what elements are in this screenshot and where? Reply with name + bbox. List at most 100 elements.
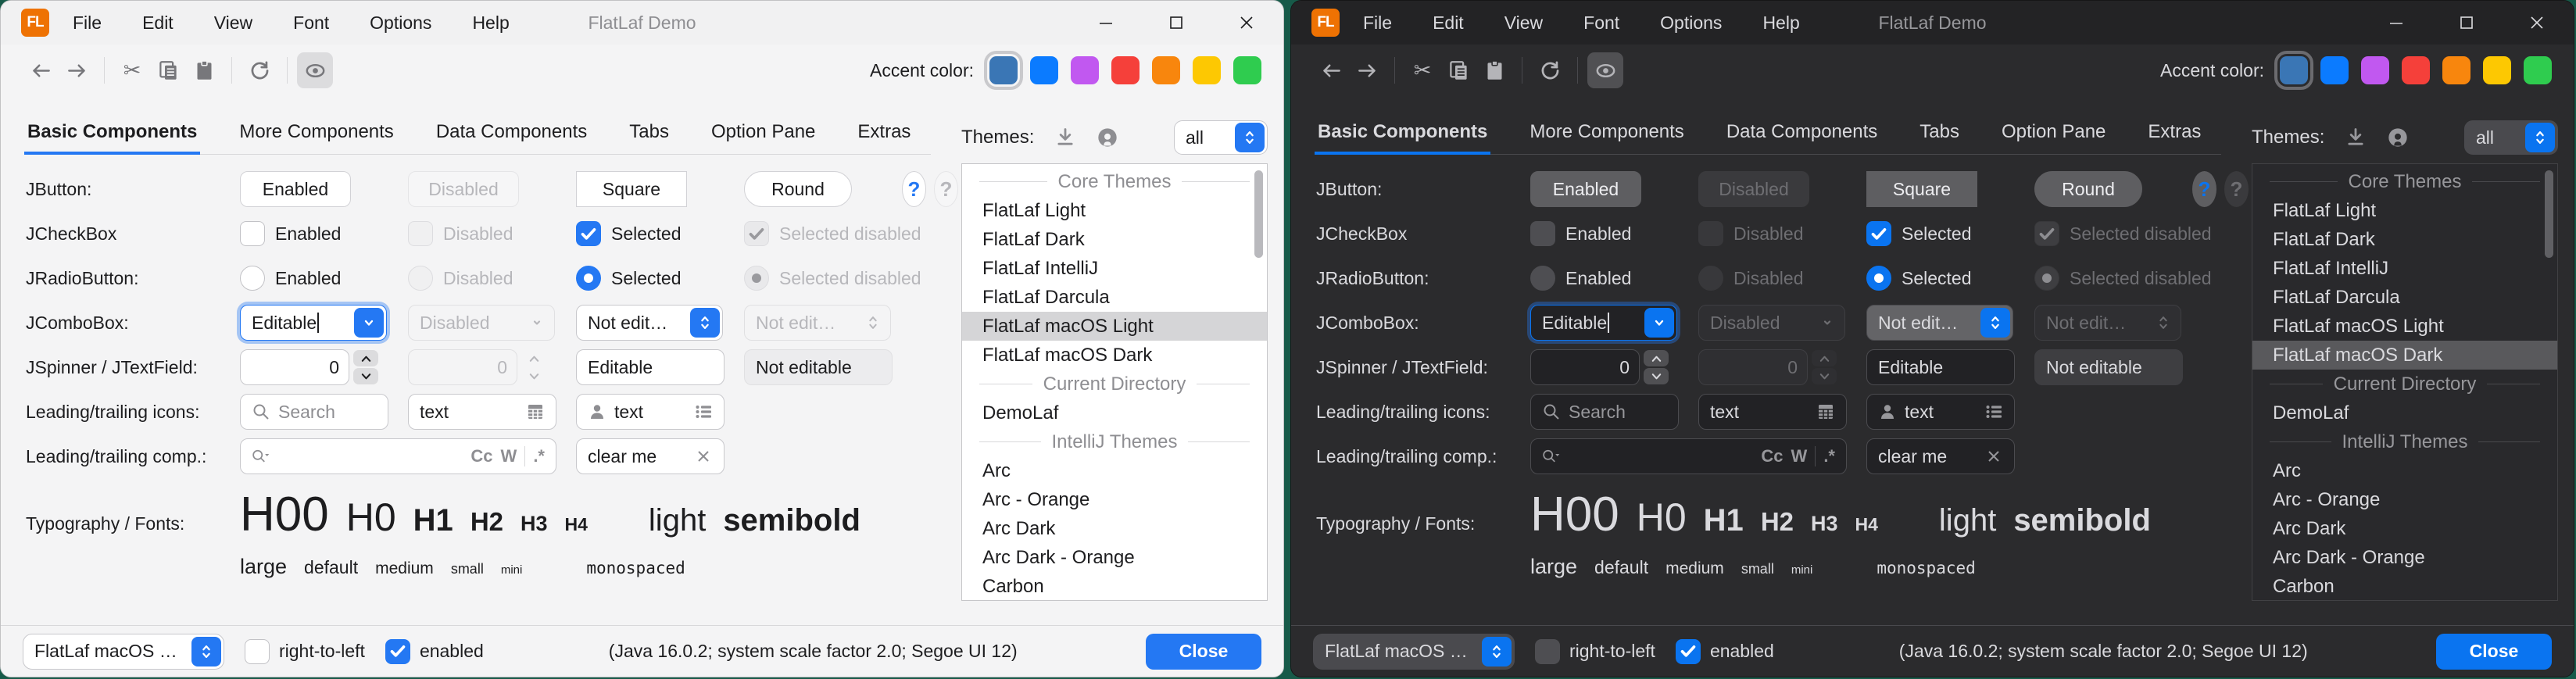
download-icon[interactable] [1054, 127, 1076, 148]
search-comp-field[interactable]: Cc W .* [1530, 438, 1847, 474]
enabled-checkbox[interactable]: enabled [385, 639, 484, 664]
theme-item[interactable]: Arc [962, 456, 1267, 485]
match-case-button[interactable]: Cc [1761, 446, 1783, 466]
theme-item[interactable]: FlatLaf Dark [2252, 225, 2557, 254]
theme-item[interactable]: FlatLaf IntelliJ [962, 254, 1267, 283]
enabled-button[interactable]: Enabled [240, 171, 351, 207]
menu-item-font[interactable]: Font [293, 13, 329, 34]
chevron-down-icon[interactable] [1644, 308, 1674, 338]
accent-swatch[interactable] [1152, 56, 1180, 84]
tab-tabs[interactable]: Tabs [1916, 113, 1962, 154]
regex-button[interactable]: .* [1823, 446, 1835, 466]
help-button[interactable]: ? [2192, 171, 2216, 207]
search-comp-field[interactable]: Cc W .* [240, 438, 556, 474]
accent-swatch[interactable] [2280, 56, 2308, 84]
combobox-editable[interactable]: Editable [240, 305, 387, 341]
scrollbar-thumb[interactable] [2545, 170, 2553, 258]
tab-more-components[interactable]: More Components [1526, 113, 1687, 154]
tab-basic-components[interactable]: Basic Components [1315, 113, 1490, 154]
close-window-button[interactable] [2527, 13, 2547, 33]
checkbox-enabled[interactable]: Enabled [1530, 221, 1679, 246]
menu-item-file[interactable]: File [73, 13, 102, 34]
chevron-up-down-icon[interactable] [1482, 637, 1512, 666]
theme-item[interactable]: Arc Dark - Orange [2252, 543, 2557, 572]
back-button[interactable] [23, 52, 59, 88]
clear-me-field[interactable]: clear me [1866, 438, 2015, 474]
spinner[interactable]: 0 [1530, 349, 1669, 385]
theme-item[interactable]: FlatLaf IntelliJ [2252, 254, 2557, 283]
enabled-checkbox[interactable]: enabled [1676, 639, 1774, 664]
theme-item[interactable]: DemoLaf [962, 398, 1267, 427]
tab-extras[interactable]: Extras [2145, 113, 2204, 154]
spinner-down-icon[interactable] [1644, 368, 1669, 384]
theme-item[interactable]: FlatLaf macOS Dark [962, 341, 1267, 370]
tab-option-pane[interactable]: Option Pane [1998, 113, 2109, 154]
spinner-up-icon[interactable] [353, 350, 378, 366]
search-with-menu-icon[interactable] [252, 447, 270, 466]
copy-button[interactable] [1440, 52, 1476, 88]
themes-filter-combo[interactable]: all [1174, 120, 1268, 155]
spinner-up-icon[interactable] [1644, 350, 1669, 366]
spinner-down-icon[interactable] [353, 368, 378, 384]
theme-item[interactable]: Carbon [962, 572, 1267, 601]
radio-selected[interactable]: Selected [576, 266, 724, 291]
menu-item-edit[interactable]: Edit [1433, 13, 1464, 34]
right-to-left-checkbox[interactable]: right-to-left [1535, 639, 1655, 664]
menu-item-options[interactable]: Options [370, 13, 431, 34]
themes-filter-combo[interactable]: all [2464, 120, 2558, 155]
menu-item-edit[interactable]: Edit [142, 13, 174, 34]
menu-item-help[interactable]: Help [1762, 13, 1799, 34]
accent-swatch[interactable] [1193, 56, 1221, 84]
accent-swatch[interactable] [2524, 56, 2552, 84]
themes-list[interactable]: Core ThemesFlatLaf LightFlatLaf DarkFlat… [2252, 163, 2558, 601]
text-field-user-list[interactable]: text [576, 394, 724, 430]
close-button[interactable]: Close [1146, 634, 1261, 670]
accent-swatch[interactable] [1111, 56, 1140, 84]
combobox-editable[interactable]: Editable [1530, 305, 1677, 341]
text-field-calendar[interactable]: text [408, 394, 556, 430]
checkbox-selected[interactable]: Selected [1866, 221, 2015, 246]
combobox-not-editable[interactable]: Not editable [576, 305, 723, 341]
close-window-button[interactable] [1236, 13, 1257, 33]
theme-item[interactable]: FlatLaf Light [2252, 196, 2557, 225]
round-button[interactable]: Round [2034, 171, 2142, 207]
menu-item-font[interactable]: Font [1583, 13, 1619, 34]
laf-combo[interactable]: FlatLaf macOS Li... [23, 634, 224, 670]
whole-word-button[interactable]: W [1791, 446, 1808, 466]
textfield-editable[interactable]: Editable [1866, 349, 2015, 385]
theme-item[interactable]: Arc Dark [2252, 514, 2557, 543]
paste-button[interactable] [186, 52, 222, 88]
match-case-button[interactable]: Cc [470, 446, 492, 466]
theme-item[interactable]: Arc - Orange [962, 485, 1267, 514]
clear-icon[interactable] [1984, 447, 2003, 466]
theme-item[interactable]: Arc Dark [962, 514, 1267, 543]
refresh-button[interactable] [242, 52, 277, 88]
accent-swatch[interactable] [2483, 56, 2511, 84]
accent-swatch[interactable] [1071, 56, 1099, 84]
menu-item-help[interactable]: Help [472, 13, 509, 34]
cut-button[interactable]: ✂ [114, 52, 150, 88]
theme-item[interactable]: Arc Dark - Orange [962, 543, 1267, 572]
theme-item[interactable]: FlatLaf Darcula [2252, 283, 2557, 312]
search-field[interactable]: Search [1530, 394, 1679, 430]
close-button[interactable]: Close [2436, 634, 2552, 670]
chevron-down-icon[interactable] [354, 308, 384, 338]
spinner[interactable]: 0 [240, 349, 378, 385]
accent-swatch[interactable] [2320, 56, 2349, 84]
help-button[interactable]: ? [902, 171, 926, 207]
inspect-toggle-button[interactable] [1587, 52, 1623, 88]
checkbox-selected[interactable]: Selected [576, 221, 724, 246]
refresh-button[interactable] [1532, 52, 1568, 88]
tab-data-components[interactable]: Data Components [1723, 113, 1880, 154]
minimize-button[interactable] [1096, 13, 1116, 33]
themes-list[interactable]: Core ThemesFlatLaf LightFlatLaf DarkFlat… [961, 163, 1268, 601]
clear-me-field[interactable]: clear me [576, 438, 724, 474]
menu-item-file[interactable]: File [1363, 13, 1392, 34]
theme-item[interactable]: Arc [2252, 456, 2557, 485]
menu-item-options[interactable]: Options [1660, 13, 1722, 34]
radio-enabled[interactable]: Enabled [240, 266, 388, 291]
accent-swatch[interactable] [2361, 56, 2389, 84]
theme-item[interactable]: FlatLaf macOS Light [962, 312, 1267, 341]
search-field[interactable]: Search [240, 394, 388, 430]
chevron-up-down-icon[interactable] [191, 637, 221, 666]
